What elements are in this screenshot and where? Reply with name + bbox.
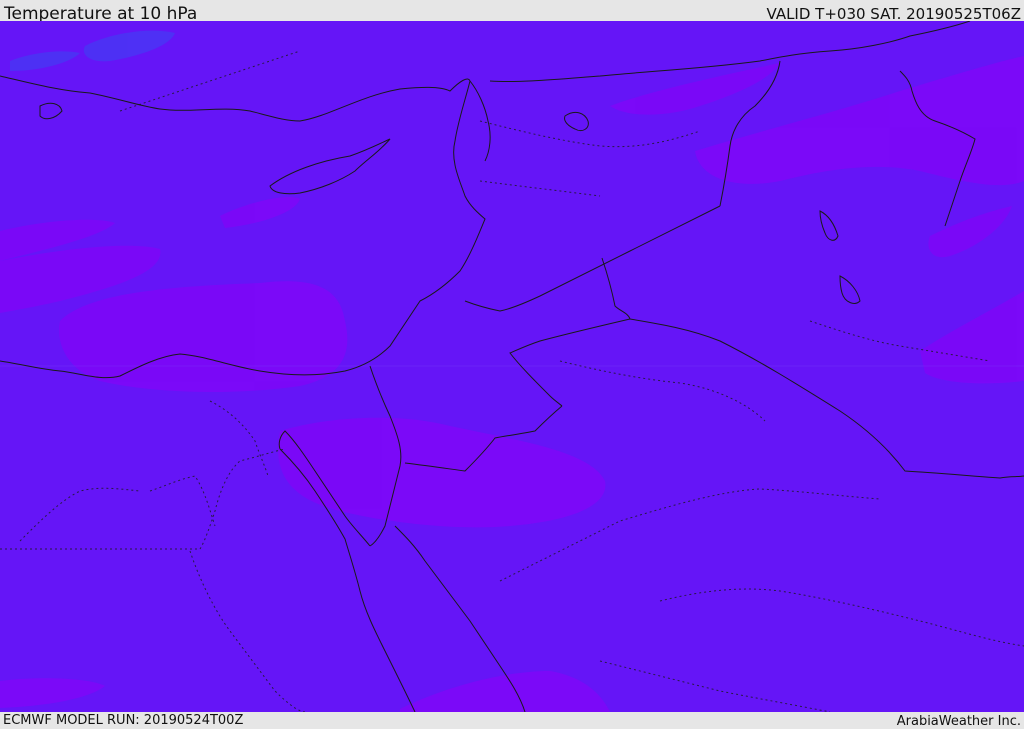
weather-map (0, 21, 1024, 712)
credit-label: ArabiaWeather Inc. (896, 714, 1021, 729)
model-run-label: ECMWF MODEL RUN: 20190524T00Z (3, 713, 244, 728)
header-bar: Temperature at 10 hPa VALID T+030 SAT. 2… (0, 0, 1024, 24)
footer-bar: ECMWF MODEL RUN: 20190524T00Z ArabiaWeat… (0, 712, 1024, 729)
